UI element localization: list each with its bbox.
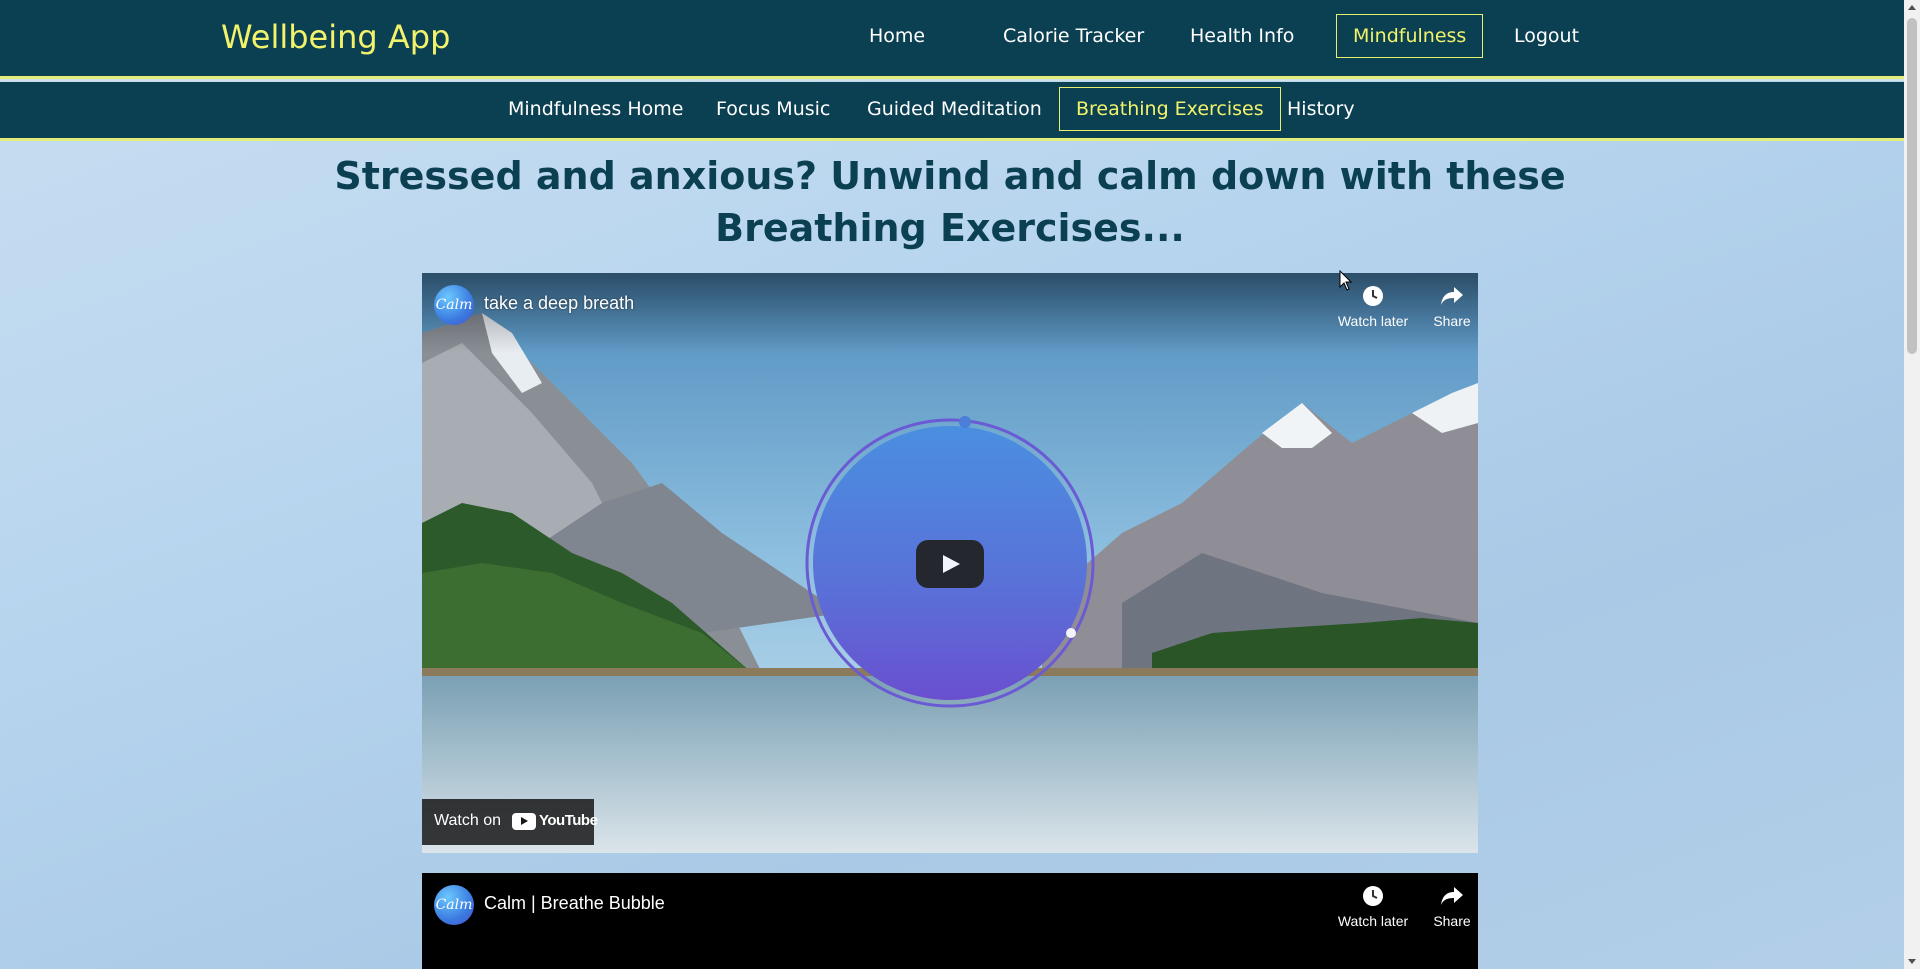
subnav-item-focus-music[interactable]: Focus Music bbox=[700, 87, 846, 131]
scroll-thumb[interactable] bbox=[1907, 18, 1917, 354]
youtube-wordmark: YouTube bbox=[539, 812, 598, 829]
scroll-up-icon[interactable] bbox=[1908, 5, 1916, 10]
video-title[interactable]: Calm | Breathe Bubble bbox=[484, 893, 665, 914]
subnav-item-mindfulness-home[interactable]: Mindfulness Home bbox=[492, 87, 699, 131]
share-label: Share bbox=[1433, 313, 1471, 329]
page-title: Stressed and anxious? Unwind and calm do… bbox=[334, 154, 1566, 250]
watch-on-label: Watch on bbox=[434, 812, 501, 829]
share-icon bbox=[1412, 285, 1478, 313]
share-icon bbox=[1412, 885, 1478, 913]
subnav-divider bbox=[0, 138, 1904, 141]
nav-item-health-info[interactable]: Health Info bbox=[1174, 14, 1310, 58]
share-label: Share bbox=[1433, 913, 1471, 929]
channel-avatar[interactable]: Calm bbox=[434, 285, 474, 325]
nav-divider-light bbox=[0, 79, 1904, 81]
video-embed[interactable]: Calm take a deep breath Watch later Shar… bbox=[422, 273, 1478, 853]
video-title[interactable]: take a deep breath bbox=[484, 293, 634, 314]
share-button[interactable]: Share bbox=[1412, 885, 1478, 929]
subnav-item-guided-meditation[interactable]: Guided Meditation bbox=[851, 87, 1058, 131]
watch-later-label: Watch later bbox=[1337, 313, 1409, 329]
sub-navbar: Mindfulness Home Focus Music Guided Medi… bbox=[0, 82, 1904, 138]
clock-icon bbox=[1333, 885, 1413, 913]
channel-avatar[interactable]: Calm bbox=[434, 885, 474, 925]
watch-on-youtube-button[interactable]: Watch on YouTube bbox=[422, 799, 598, 845]
subnav-item-breathing-exercises[interactable]: Breathing Exercises bbox=[1059, 87, 1281, 131]
brand-logo[interactable]: Wellbeing App bbox=[221, 18, 450, 56]
scroll-down-icon[interactable] bbox=[1908, 959, 1916, 964]
top-navbar: Wellbeing App Home Calorie Tracker Healt… bbox=[0, 0, 1904, 76]
subnav-item-history[interactable]: History bbox=[1271, 87, 1371, 131]
watch-later-label: Watch later bbox=[1337, 913, 1409, 929]
play-button[interactable] bbox=[916, 540, 984, 588]
nav-item-calorie-tracker[interactable]: Calorie Tracker bbox=[987, 14, 1160, 58]
nav-item-logout[interactable]: Logout bbox=[1498, 14, 1595, 58]
video-embed-2[interactable]: Calm Calm | Breathe Bubble Watch later S… bbox=[422, 873, 1478, 969]
watch-later-button[interactable]: Watch later bbox=[1333, 885, 1413, 929]
nav-item-mindfulness[interactable]: Mindfulness bbox=[1336, 14, 1484, 58]
nav-item-home[interactable]: Home bbox=[853, 14, 941, 58]
mouse-cursor-icon bbox=[1339, 270, 1353, 291]
share-button[interactable]: Share bbox=[1412, 285, 1478, 329]
page-scrollbar[interactable] bbox=[1904, 0, 1920, 969]
